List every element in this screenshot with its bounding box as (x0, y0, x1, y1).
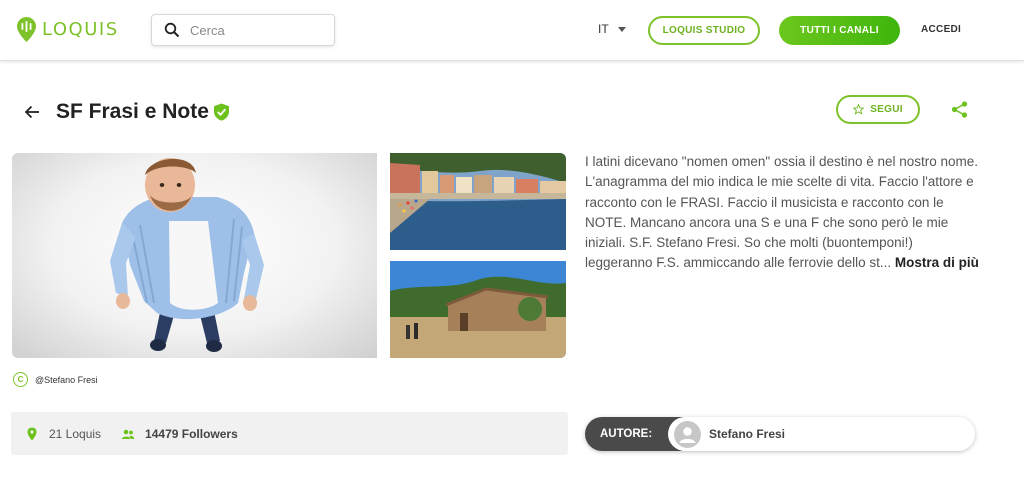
author-user[interactable]: Stefano Fresi (668, 417, 975, 451)
loquis-count-text: 21 Loquis (49, 426, 102, 441)
search-icon (164, 22, 180, 38)
channel-stats-bar: 21 Loquis 14479 Followers (11, 412, 568, 455)
back-arrow-icon[interactable] (24, 104, 40, 120)
logo-text: LOQUIS (42, 18, 119, 40)
share-icon[interactable] (951, 101, 968, 118)
copyright-icon: C (13, 372, 28, 387)
stone-house-image (390, 261, 566, 358)
login-button[interactable]: ACCEDI (921, 24, 961, 35)
channel-title: SF Frasi e Note (56, 100, 209, 123)
star-icon (853, 104, 865, 115)
language-selector[interactable]: IT (598, 22, 626, 36)
follow-label: SEGUI (870, 104, 903, 115)
all-channels-button[interactable]: TUTTI I CANALI (779, 16, 900, 45)
search-box[interactable] (151, 14, 335, 46)
language-label: IT (598, 22, 609, 36)
loquis-logo[interactable]: LOQUIS (17, 16, 119, 42)
image-credit: C @Stefano Fresi (13, 372, 98, 387)
show-more-link[interactable]: Mostra di più (895, 255, 979, 270)
follow-button[interactable]: SEGUI (836, 95, 920, 124)
author-name: Stefano Fresi (709, 427, 786, 441)
loquis-count: 21 Loquis (25, 427, 101, 441)
chevron-down-icon (617, 26, 626, 32)
channel-description: I latini dicevano "nomen omen" ossia il … (585, 152, 980, 274)
author-badge[interactable]: AUTORE: Stefano Fresi (585, 417, 975, 451)
user-icon (679, 426, 696, 443)
seaside-town-image (390, 153, 566, 250)
logo-pin-icon (17, 16, 36, 42)
followers-count: 14479 Followers (121, 427, 238, 441)
pin-icon (27, 427, 37, 440)
loquis-studio-button[interactable]: LOQUIS STUDIO (648, 16, 760, 45)
description-text: I latini dicevano "nomen omen" ossia il … (585, 154, 979, 271)
search-input[interactable] (190, 22, 320, 38)
avatar (674, 420, 701, 448)
verified-shield-icon (214, 103, 229, 121)
top-header: LOQUIS IT LOQUIS STUDIO TUTTI I CANALI A… (0, 0, 1024, 61)
credit-text: @Stefano Fresi (35, 374, 98, 385)
channel-cover-image (12, 153, 377, 358)
followers-count-text: 14479 Followers (145, 426, 238, 441)
users-icon (121, 429, 135, 439)
